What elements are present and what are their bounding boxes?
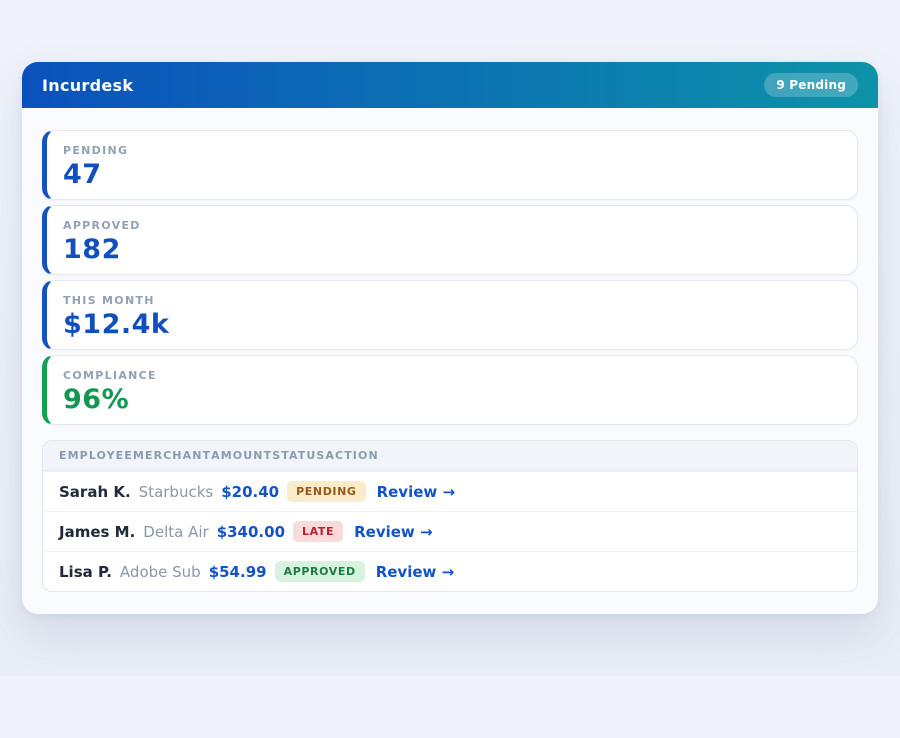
merchant-name: Starbucks — [139, 483, 214, 501]
stat-value: 182 — [63, 236, 841, 263]
employee-name: James M. — [59, 523, 135, 541]
stat-card-pending: PENDING 47 — [42, 130, 858, 200]
table-row: Sarah K. Starbucks $20.40 PENDING Review… — [43, 471, 857, 511]
review-link[interactable]: Review → — [376, 563, 454, 581]
app-title: Incurdesk — [42, 76, 133, 95]
employee-name: Sarah K. — [59, 483, 131, 501]
review-link[interactable]: Review → — [354, 523, 432, 541]
stat-value: $12.4k — [63, 311, 841, 338]
employee-name: Lisa P. — [59, 563, 112, 581]
column-header-employee: EMPLOYEE — [59, 449, 133, 462]
column-header-merchant: MERCHANT — [133, 449, 211, 462]
status-badge: APPROVED — [275, 561, 365, 582]
review-link[interactable]: Review → — [377, 483, 455, 501]
stat-card-compliance: COMPLIANCE 96% — [42, 355, 858, 425]
expense-amount: $340.00 — [217, 523, 285, 541]
status-badge: PENDING — [287, 481, 365, 502]
app-body: PENDING 47 APPROVED 182 THIS MONTH $12.4… — [22, 108, 878, 614]
stat-label: THIS MONTH — [63, 294, 841, 307]
stat-label: APPROVED — [63, 219, 841, 232]
merchant-name: Delta Air — [143, 523, 208, 541]
stat-card-this-month: THIS MONTH $12.4k — [42, 280, 858, 350]
stat-label: COMPLIANCE — [63, 369, 841, 382]
table-row: Lisa P. Adobe Sub $54.99 APPROVED Review… — [43, 551, 857, 591]
status-badge: LATE — [293, 521, 343, 542]
stat-label: PENDING — [63, 144, 841, 157]
expense-amount: $20.40 — [221, 483, 279, 501]
column-header-action: ACTION — [325, 449, 378, 462]
stat-value: 47 — [63, 161, 841, 188]
expense-table: EMPLOYEE MERCHANT AMOUNT STATUS ACTION S… — [42, 440, 858, 592]
table-row: James M. Delta Air $340.00 LATE Review → — [43, 511, 857, 551]
app-card: Incurdesk 9 Pending PENDING 47 APPROVED … — [22, 62, 878, 614]
stat-card-approved: APPROVED 182 — [42, 205, 858, 275]
stat-value: 96% — [63, 386, 841, 413]
table-header-row: EMPLOYEE MERCHANT AMOUNT STATUS ACTION — [43, 441, 857, 471]
column-header-status: STATUS — [272, 449, 325, 462]
pending-count-badge: 9 Pending — [764, 73, 858, 97]
expense-amount: $54.99 — [209, 563, 267, 581]
column-header-amount: AMOUNT — [211, 449, 272, 462]
merchant-name: Adobe Sub — [120, 563, 201, 581]
app-header: Incurdesk 9 Pending — [22, 62, 878, 108]
